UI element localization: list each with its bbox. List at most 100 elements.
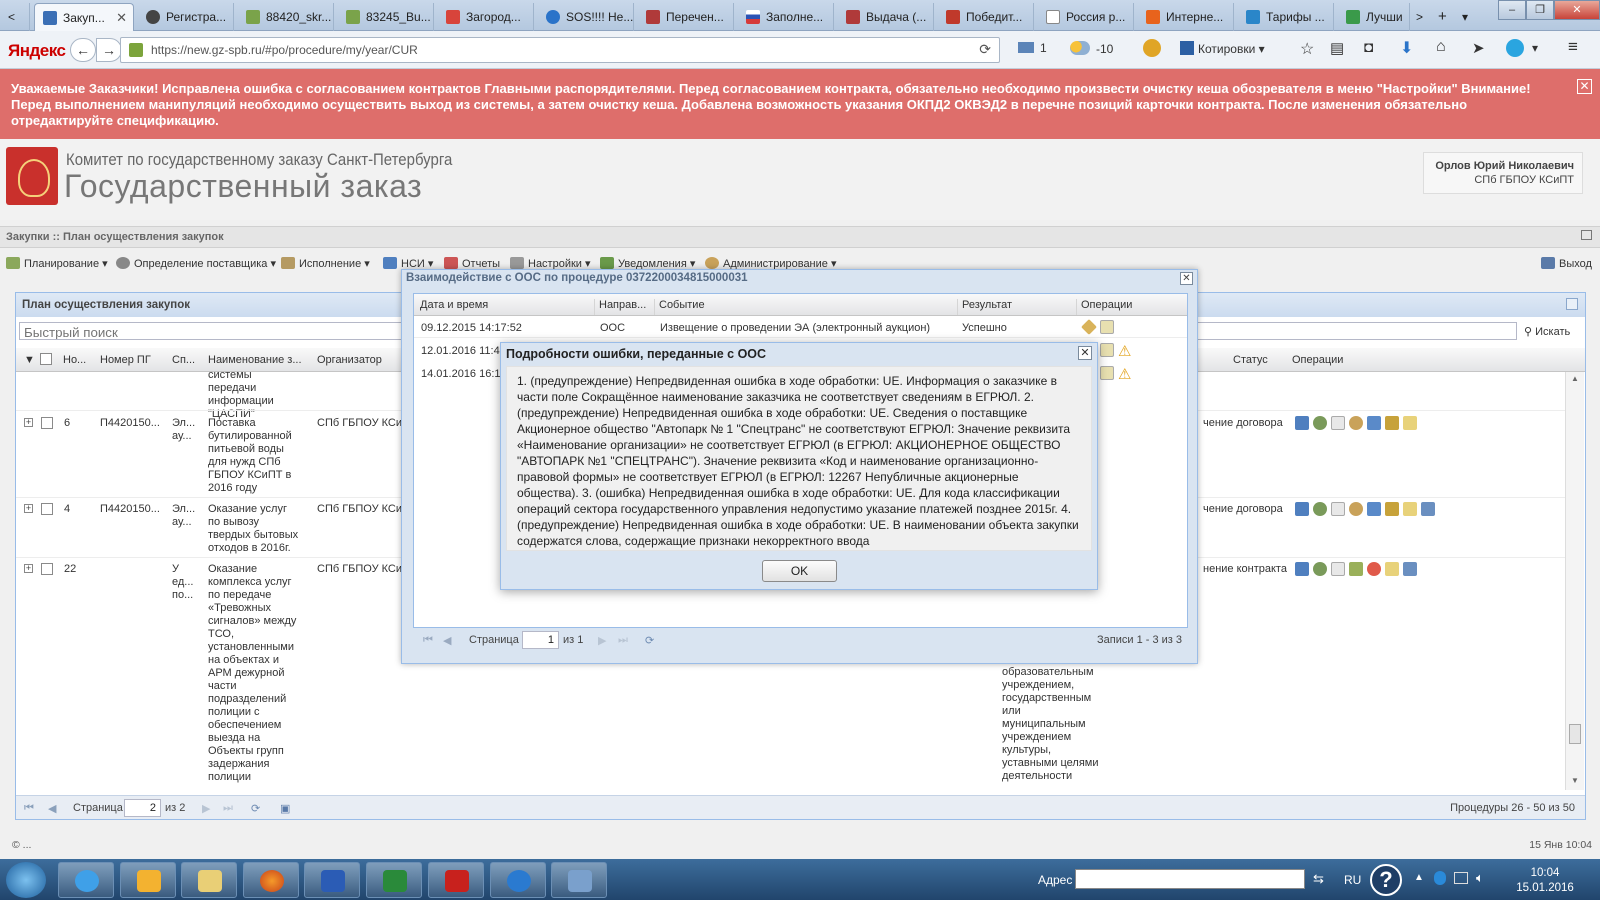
emblem-icon[interactable] <box>1349 416 1363 430</box>
tab[interactable]: 88420_skr... <box>238 3 334 31</box>
prev-page-icon[interactable]: ◀ <box>48 802 56 815</box>
start-button[interactable] <box>6 862 46 898</box>
column-pg-number[interactable]: Номер ПГ <box>100 354 151 366</box>
tab[interactable]: Выдача (... <box>838 3 934 31</box>
tab[interactable]: Регистра... <box>138 3 234 31</box>
address-bar[interactable]: https://new.gz-spb.ru/#po/procedure/my/y… <box>120 37 1000 63</box>
tab[interactable]: 83245_Bu... <box>338 3 434 31</box>
column-number[interactable]: Но... <box>63 354 86 366</box>
tab-active[interactable]: Закуп... ✕ <box>34 3 134 31</box>
scroll-up-icon[interactable]: ▲ <box>1571 374 1579 383</box>
column-operations[interactable]: Операции <box>1292 354 1343 366</box>
emblem-icon[interactable] <box>1349 502 1363 516</box>
taskbar-app-remote-desktop[interactable] <box>551 862 607 898</box>
restore-button[interactable]: ❐ <box>1526 0 1554 20</box>
gear-icon[interactable] <box>1313 416 1327 430</box>
coin-icon[interactable] <box>1143 39 1161 60</box>
tab[interactable]: Загород... <box>438 3 534 31</box>
skype-icon[interactable] <box>1506 39 1524 60</box>
save-icon[interactable]: ▣ <box>280 802 290 815</box>
language-indicator[interactable]: RU <box>1344 873 1361 887</box>
address-toolbar-input[interactable] <box>1075 869 1305 889</box>
first-page-icon[interactable]: ⏮ <box>423 634 433 647</box>
export-icon[interactable] <box>1403 502 1417 516</box>
warning-icon[interactable]: ⚠ <box>1118 342 1131 360</box>
column-result[interactable]: Результат <box>957 299 1012 315</box>
menu-execution[interactable]: Исполнение ▾ <box>281 257 370 270</box>
tab-scroll-left-button[interactable]: < <box>0 3 30 31</box>
page-number-input[interactable]: 1 <box>522 631 559 649</box>
stop-icon[interactable] <box>1367 562 1381 576</box>
close-window-button[interactable]: ✕ <box>1554 0 1600 20</box>
new-tab-button[interactable]: + <box>1432 1 1456 29</box>
edit-icon[interactable] <box>1349 562 1363 576</box>
network-icon[interactable] <box>1454 872 1468 884</box>
next-page-icon[interactable]: ▶ <box>202 802 210 815</box>
chart-icon[interactable] <box>1295 502 1309 516</box>
column-event[interactable]: Событие <box>654 299 705 315</box>
document-icon[interactable] <box>1331 416 1345 430</box>
quotes-widget[interactable]: Котировки ▾ <box>1180 41 1265 56</box>
help-icon[interactable]: ? <box>1370 864 1402 896</box>
document-icon[interactable] <box>1331 562 1345 576</box>
collapse-icon[interactable] <box>1581 230 1592 240</box>
printer-icon[interactable] <box>1385 502 1399 516</box>
tab[interactable]: SOS!!!! Не... <box>538 3 634 31</box>
exit-button[interactable]: Выход <box>1541 257 1592 270</box>
close-icon[interactable]: ✕ <box>1577 79 1592 94</box>
ok-button[interactable]: OK <box>762 560 837 582</box>
refresh-icon[interactable]: ⟳ <box>645 634 654 647</box>
document-icon[interactable] <box>1100 320 1114 334</box>
send-icon[interactable]: ➤ <box>1472 39 1485 57</box>
select-all-checkbox[interactable] <box>40 353 52 365</box>
expand-row-icon[interactable]: + <box>24 564 33 573</box>
row-checkbox[interactable] <box>41 417 53 429</box>
tab[interactable]: Лучши <box>1338 3 1410 31</box>
export-icon[interactable] <box>1385 562 1399 576</box>
menu-supplier-selection[interactable]: Определение поставщика ▾ <box>116 257 276 270</box>
first-page-icon[interactable]: ⏮ <box>24 802 34 815</box>
column-method[interactable]: Сп... <box>172 354 195 366</box>
expand-row-icon[interactable]: + <box>24 504 33 513</box>
tab[interactable]: Победит... <box>938 3 1034 31</box>
taskbar-app-firefox[interactable] <box>243 862 299 898</box>
last-page-icon[interactable]: ⏭ <box>223 802 233 815</box>
close-icon[interactable]: ✕ <box>1180 272 1193 285</box>
weather-widget[interactable]: -10 <box>1070 41 1113 56</box>
chart-icon[interactable] <box>1295 416 1309 430</box>
gear-icon[interactable] <box>1313 562 1327 576</box>
page-number-input[interactable]: 2 <box>124 799 161 817</box>
home-icon[interactable]: ⌂ <box>1436 38 1446 56</box>
report-icon[interactable] <box>1367 502 1381 516</box>
download-icon[interactable]: ⬇ <box>1400 38 1413 58</box>
table-cell-name[interactable]: Оказание услуг по вывозу твердых бытовых… <box>208 503 300 555</box>
tab-scroll-right-button[interactable]: > <box>1410 3 1432 31</box>
tab-list-button[interactable]: ▾ <box>1456 3 1478 31</box>
browser-brand[interactable]: Яндекс <box>8 41 66 61</box>
document-icon[interactable] <box>1331 502 1345 516</box>
vertical-scrollbar[interactable]: ▲ ▼ <box>1565 372 1584 790</box>
minimize-button[interactable]: – <box>1498 0 1526 20</box>
menu-icon[interactable]: ≡ <box>1568 37 1578 57</box>
warning-icon[interactable]: ⚠ <box>1118 365 1131 383</box>
reading-list-icon[interactable]: ▤ <box>1330 39 1344 57</box>
forward-button[interactable]: → <box>96 38 122 62</box>
prev-page-icon[interactable]: ◀ <box>443 634 451 647</box>
tab[interactable]: Заполне... <box>738 3 834 31</box>
expand-row-icon[interactable]: + <box>24 418 33 427</box>
column-direction[interactable]: Направ... <box>594 299 646 315</box>
go-arrow-icon[interactable]: ⇆ <box>1313 871 1324 887</box>
document-icon[interactable] <box>1100 343 1114 357</box>
error-details-text[interactable]: 1. (предупреждение) Непредвиденная ошибк… <box>506 366 1092 551</box>
taskbar-app-internet-explorer[interactable] <box>58 862 114 898</box>
search-button[interactable]: ⚲ Искать <box>1524 325 1570 338</box>
tray-app-icon[interactable] <box>1434 871 1446 885</box>
volume-icon[interactable]: 🔈︎ <box>1476 870 1484 886</box>
menu-planning[interactable]: Планирование ▾ <box>6 257 108 270</box>
report-icon[interactable] <box>1367 416 1381 430</box>
taskbar-app-excel[interactable] <box>366 862 422 898</box>
close-tab-icon[interactable]: ✕ <box>116 10 127 26</box>
taskbar-app-word[interactable] <box>304 862 360 898</box>
refresh-icon[interactable]: ⟳ <box>251 802 260 815</box>
taskbar-app-explorer[interactable] <box>181 862 237 898</box>
